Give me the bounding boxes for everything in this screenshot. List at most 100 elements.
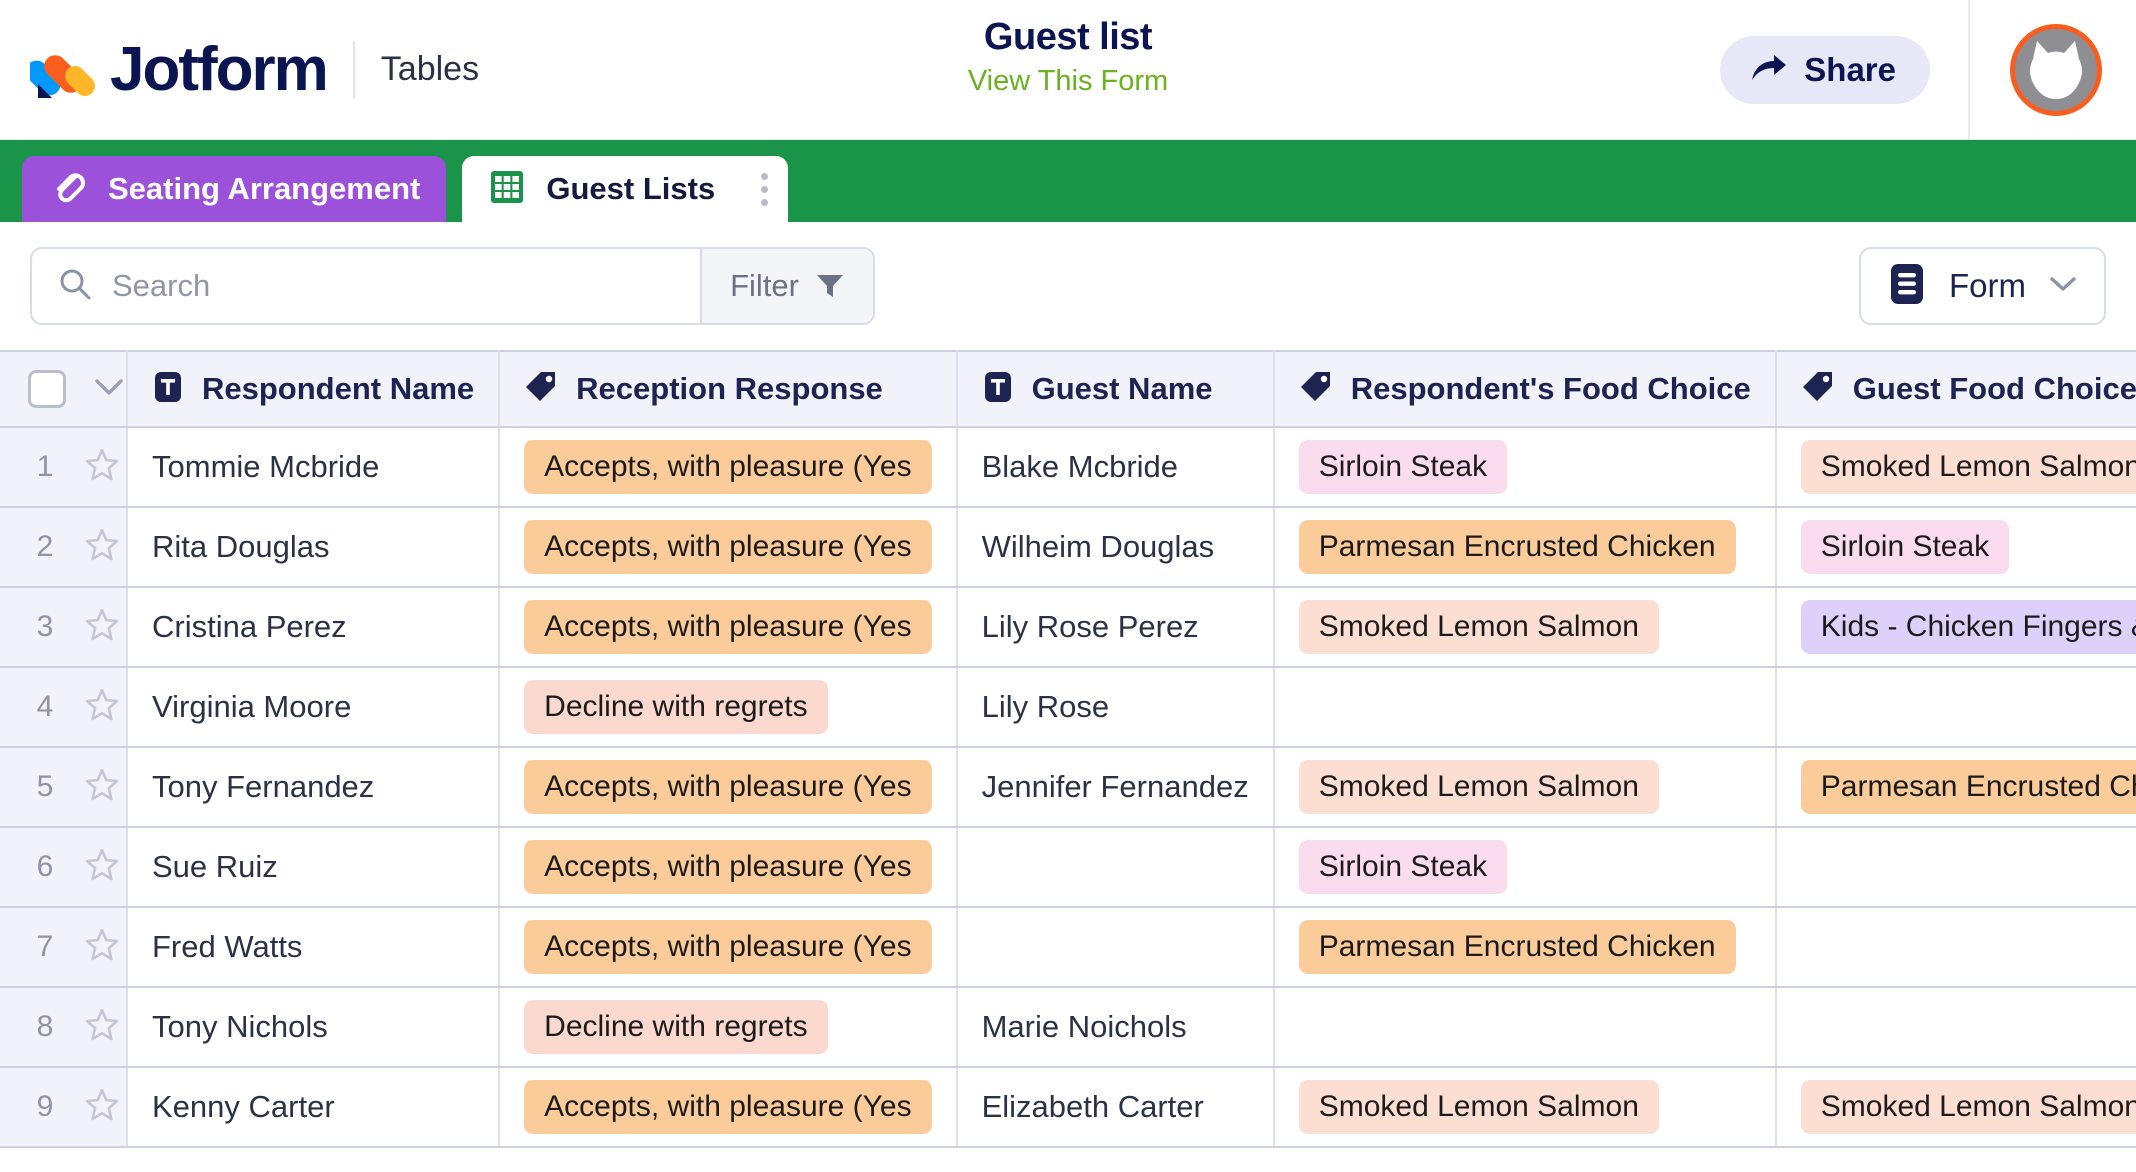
avatar[interactable]	[2010, 23, 2102, 116]
cell-respondents-food-choice[interactable]: Smoked Lemon Salmon	[1273, 747, 1777, 828]
cell-respondent-name[interactable]: Tony Nichols	[127, 987, 501, 1068]
header-respondents-food-choice[interactable]: Respondent's Food Choice	[1273, 350, 1777, 428]
star-icon[interactable]	[84, 447, 120, 488]
cell-respondents-food-choice[interactable]: Smoked Lemon Salmon	[1273, 587, 1777, 668]
cell-guest-food-choice[interactable]	[1775, 667, 2136, 748]
table-row[interactable]: 3 Cristina Perez Accepts, with pleasure (Y…	[0, 587, 2136, 668]
cell-respondents-food-choice[interactable]	[1273, 667, 1777, 748]
cell-respondents-food-choice[interactable]: Parmesan Encrusted Chicken	[1273, 507, 1777, 588]
cell-reception-response[interactable]: Decline with regrets	[499, 667, 958, 748]
cell-respondent-name[interactable]: Tommie Mcbride	[127, 427, 501, 508]
search-bar: Filter	[30, 247, 875, 325]
cell-reception-response[interactable]: Accepts, with pleasure (Yes	[499, 507, 958, 588]
choice-tag: Smoked Lemon Salmon	[1298, 759, 1659, 815]
cell-guest-name[interactable]	[956, 827, 1275, 908]
star-icon[interactable]	[84, 1007, 120, 1048]
cell-guest-food-choice[interactable]: Parmesan Encrusted Ch	[1775, 747, 2136, 828]
cell-guest-name[interactable]: Jennifer Fernandez	[956, 747, 1275, 828]
cell-respondents-food-choice[interactable]: Parmesan Encrusted Chicken	[1273, 907, 1777, 988]
choice-tag: Smoked Lemon Salmon	[1298, 599, 1659, 655]
search-input[interactable]	[112, 268, 701, 304]
cell-respondent-name[interactable]: Cristina Perez	[127, 587, 501, 668]
table-row[interactable]: 5 Tony Fernandez Accepts, with pleasure (Y…	[0, 747, 2136, 828]
cell-reception-response[interactable]: Accepts, with pleasure (Yes	[499, 427, 958, 508]
row-select-cell[interactable]: 6	[0, 827, 128, 908]
cell-guest-food-choice[interactable]: Kids - Chicken Fingers &	[1775, 587, 2136, 668]
table-row[interactable]: 9 Kenny Carter Accepts, with pleasure (Yes…	[0, 1067, 2136, 1148]
tab-bar: Seating Arrangement Guest Lists	[0, 140, 2136, 222]
cell-value: Wilheim Douglas	[981, 529, 1215, 564]
header-reception-response[interactable]: Reception Response	[499, 350, 958, 428]
table-row[interactable]: 1 Tommie Mcbride Accepts, with pleasure (Y…	[0, 427, 2136, 508]
table-row[interactable]: 8 Tony Nichols Decline with regrets Marie N…	[0, 987, 2136, 1068]
header-guest-name[interactable]: Guest Name	[956, 350, 1275, 428]
cell-guest-food-choice[interactable]: Sirloin Steak	[1775, 507, 2136, 588]
row-select-cell[interactable]: 5	[0, 747, 128, 828]
table-row[interactable]: 6 Sue Ruiz Accepts, with pleasure (Yes Sirl…	[0, 827, 2136, 908]
star-icon[interactable]	[84, 527, 120, 568]
tab-seating-arrangement[interactable]: Seating Arrangement	[22, 156, 447, 222]
cell-respondent-name[interactable]: Rita Douglas	[127, 507, 501, 588]
search-field	[32, 249, 701, 323]
cell-respondent-name[interactable]: Sue Ruiz	[127, 827, 501, 908]
cell-guest-name[interactable]: Wilheim Douglas	[956, 507, 1275, 588]
star-icon[interactable]	[84, 847, 120, 888]
cell-guest-food-choice[interactable]	[1775, 987, 2136, 1068]
filter-button-label: Filter	[730, 268, 799, 303]
cell-reception-response[interactable]: Accepts, with pleasure (Yes	[499, 747, 958, 828]
cell-respondents-food-choice[interactable]: Smoked Lemon Salmon	[1273, 1067, 1777, 1148]
tab-guest-lists[interactable]: Guest Lists	[462, 156, 789, 222]
table-row[interactable]: 7 Fred Watts Accepts, with pleasure (Yes Pa…	[0, 907, 2136, 988]
cell-respondent-name[interactable]: Tony Fernandez	[127, 747, 501, 828]
cell-reception-response[interactable]: Accepts, with pleasure (Yes	[499, 587, 958, 668]
cell-value: Fred Watts	[152, 929, 303, 964]
cell-guest-name[interactable]: Lily Rose Perez	[956, 587, 1275, 668]
row-select-cell[interactable]: 4	[0, 667, 128, 748]
filter-button[interactable]: Filter	[700, 249, 873, 323]
cell-respondent-name[interactable]: Virginia Moore	[127, 667, 501, 748]
cell-guest-name[interactable]: Elizabeth Carter	[956, 1067, 1275, 1148]
choice-tag: Kids - Chicken Fingers &	[1800, 599, 2136, 655]
select-all-checkbox[interactable]	[28, 370, 66, 408]
row-options-chevron-icon[interactable]	[92, 376, 126, 403]
row-select-cell[interactable]: 7	[0, 907, 128, 988]
view-this-form-link[interactable]: View This Form	[0, 62, 2136, 101]
star-icon[interactable]	[84, 927, 120, 968]
tab-menu-icon[interactable]	[757, 169, 772, 210]
header-guest-food-choice[interactable]: Guest Food Choice	[1775, 350, 2136, 428]
row-select-cell[interactable]: 2	[0, 507, 128, 588]
cell-respondent-name[interactable]: Fred Watts	[127, 907, 501, 988]
cell-respondents-food-choice[interactable]	[1273, 987, 1777, 1068]
row-select-cell[interactable]: 1	[0, 427, 128, 508]
table-row[interactable]: 4 Virginia Moore Decline with regrets Lily …	[0, 667, 2136, 748]
cell-guest-name[interactable]: Marie Noichols	[956, 987, 1275, 1068]
row-number: 5	[36, 770, 54, 803]
cell-reception-response[interactable]: Accepts, with pleasure (Yes	[499, 1067, 958, 1148]
table-row[interactable]: 2 Rita Douglas Accepts, with pleasure (Yes…	[0, 507, 2136, 588]
row-select-cell[interactable]: 8	[0, 987, 128, 1068]
cell-value: Cristina Perez	[152, 609, 347, 644]
cell-reception-response[interactable]: Accepts, with pleasure (Yes	[499, 827, 958, 908]
choice-tag: Accepts, with pleasure (Yes	[524, 919, 932, 975]
star-icon[interactable]	[84, 767, 120, 808]
cell-respondent-name[interactable]: Kenny Carter	[127, 1067, 501, 1148]
star-icon[interactable]	[84, 1087, 120, 1128]
cell-guest-food-choice[interactable]: Smoked Lemon Salmon	[1775, 427, 2136, 508]
cell-guest-food-choice[interactable]	[1775, 907, 2136, 988]
row-select-cell[interactable]: 3	[0, 587, 128, 668]
cell-guest-name[interactable]	[956, 907, 1275, 988]
cell-guest-name[interactable]: Blake Mcbride	[956, 427, 1275, 508]
cell-reception-response[interactable]: Accepts, with pleasure (Yes	[499, 907, 958, 988]
header-respondent-name[interactable]: Respondent Name	[127, 350, 501, 428]
star-icon[interactable]	[84, 607, 120, 648]
cell-respondents-food-choice[interactable]: Sirloin Steak	[1273, 427, 1777, 508]
star-icon[interactable]	[84, 687, 120, 728]
choice-tag: Accepts, with pleasure (Yes	[524, 1079, 932, 1135]
cell-respondents-food-choice[interactable]: Sirloin Steak	[1273, 827, 1777, 908]
cell-guest-food-choice[interactable]	[1775, 827, 2136, 908]
form-view-selector[interactable]: Form	[1859, 247, 2106, 325]
row-select-cell[interactable]: 9	[0, 1067, 128, 1148]
cell-reception-response[interactable]: Decline with regrets	[499, 987, 958, 1068]
cell-guest-name[interactable]: Lily Rose	[956, 667, 1275, 748]
cell-guest-food-choice[interactable]: Smoked Lemon Salmon	[1775, 1067, 2136, 1148]
